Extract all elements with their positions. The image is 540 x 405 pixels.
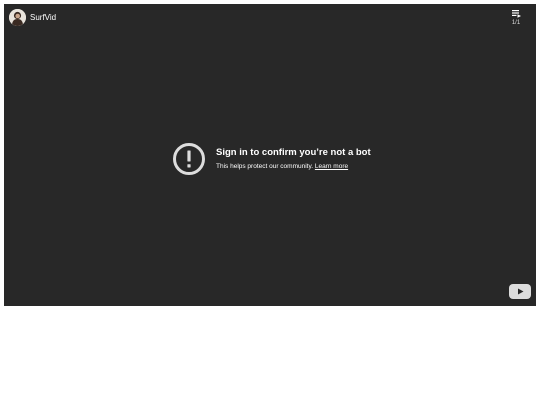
message-title: Sign in to confirm you’re not a bot [216,147,371,158]
video-player: SurfVid 1/1 Sign in to confirm you’re no… [4,4,536,306]
bot-check-message: Sign in to confirm you’re not a bot This… [172,142,371,176]
message-subtitle-text: This helps protect our community. [216,163,314,170]
channel-avatar[interactable] [9,9,26,26]
message-text: Sign in to confirm you’re not a bot This… [216,147,371,171]
play-logo-icon[interactable] [509,284,531,299]
play-logo-button[interactable] [509,284,531,299]
alert-circle-icon [172,142,206,176]
learn-more-link[interactable]: Learn more [315,163,348,170]
playlist-count: 1/1 [511,20,521,26]
playlist-icon[interactable] [511,10,521,18]
playlist-button[interactable]: 1/1 [508,10,524,27]
channel-link[interactable]: SurfVid [9,9,56,26]
message-subtitle: This helps protect our community. Learn … [216,162,371,171]
player-top-bar: SurfVid 1/1 [4,4,536,34]
channel-name[interactable]: SurfVid [30,13,56,23]
